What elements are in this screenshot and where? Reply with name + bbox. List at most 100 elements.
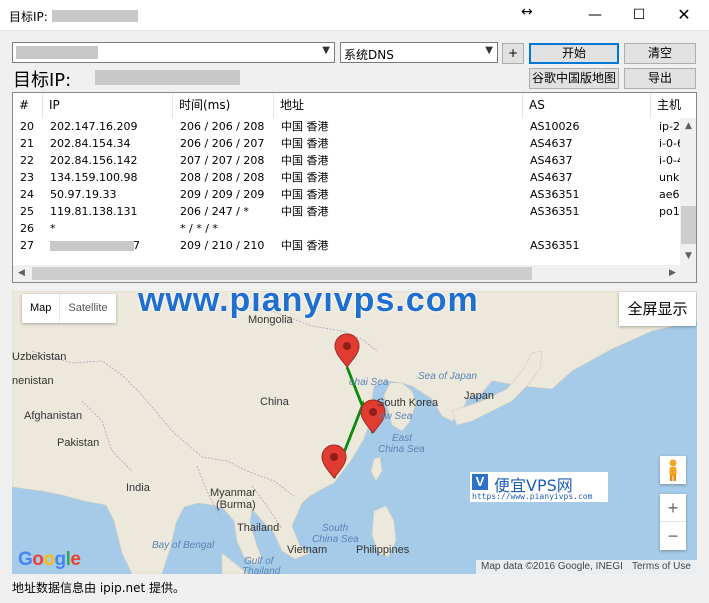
resize-icon: ↔ [521,4,533,20]
chevron-down-icon[interactable]: ▼ [485,45,493,56]
map-canvas[interactable]: Mongolia Uzbekistan nenistan Afghanistan… [12,291,697,574]
table-row[interactable]: 20 202.147.16.209 206 / 206 / 208 中国 香港 … [13,118,681,135]
map-label-japan: Japan [464,390,494,402]
status-footer: 地址数据信息由 ipip.net 提供。 [12,581,186,595]
hop-number: 21 [20,137,34,150]
hop-host: unkn [659,171,681,184]
fullscreen-button[interactable]: 全屏显示 [619,292,696,326]
google-china-map-button[interactable]: 谷歌中国版地图 [529,68,619,89]
clear-button[interactable]: 清空 [624,43,696,64]
column-header-host[interactable]: 主机 [651,93,681,118]
land-mass [12,291,697,574]
map-label-india: India [126,482,151,494]
map-label-south-korea: South Korea [377,397,439,409]
route-map[interactable]: Mongolia Uzbekistan nenistan Afghanistan… [12,291,697,574]
map-label-uzbekistan: Uzbekistan [12,351,66,363]
hop-host: ip-20 [659,120,681,133]
hop-ip: * [50,222,56,235]
table-row[interactable]: 21 202.84.154.34 206 / 206 / 207 中国 香港 A… [13,135,681,152]
close-button[interactable]: ✕ [661,0,707,30]
start-button[interactable]: 开始 [529,43,619,64]
column-header-ip[interactable]: IP [43,93,173,118]
column-header-location[interactable]: 地址 [274,93,523,118]
table-row[interactable]: 22 202.84.156.142 207 / 207 / 208 中国 香港 … [13,152,681,169]
hop-time: 209 / 210 / 210 [180,239,265,252]
hop-location [281,220,521,237]
terms-of-use-link[interactable]: Terms of Use [632,560,691,574]
hop-ip: 119.81.138.131 [50,205,138,218]
hop-location: 中国 香港 [281,137,329,150]
map-label-bay-of-bengal: Bay of Bengal [152,540,215,551]
target-ip-combobox[interactable]: ▼ [12,42,335,63]
brand-badge: V 便宜VPS网 https://www.pianyivps.com [470,472,608,502]
hop-location: 中国 香港 [281,205,329,218]
hop-time: 207 / 207 / 208 [180,154,265,167]
hop-as: AS36351 [530,205,580,218]
hop-number: 23 [20,171,34,184]
hop-number: 25 [20,205,34,218]
column-header-as[interactable]: AS [523,93,651,118]
horizontal-scroll-thumb[interactable] [32,267,532,280]
hop-number: 20 [20,120,34,133]
hop-time: 208 / 208 / 208 [180,171,265,184]
vertical-scroll-thumb[interactable] [681,206,696,244]
scroll-right-icon[interactable]: ▶ [664,265,681,282]
dns-value: 系统DNS [344,48,394,62]
hop-location: 中国 香港 [281,171,329,184]
zoom-out-button[interactable]: − [660,522,686,550]
hop-host [659,237,681,254]
scroll-left-icon[interactable]: ◀ [13,265,30,282]
column-header-time[interactable]: 时间(ms) [173,93,274,118]
hop-ip: 50.97.19.33 [50,188,117,201]
logo-letter: g [54,549,67,570]
map-label-sea-of-japan: Sea of Japan [418,371,477,382]
column-header-num[interactable]: # [13,93,43,118]
map-type-control[interactable]: Map Satellite [22,294,116,323]
street-view-pegman-icon[interactable] [660,456,686,484]
table-row[interactable]: 23 134.159.100.98 208 / 208 / 208 中国 香港 … [13,169,681,186]
zoom-in-button[interactable]: + [660,494,686,522]
scroll-up-icon[interactable]: ▲ [680,118,696,135]
map-label-thailand: Thailand [237,522,279,534]
hop-number: 26 [20,222,34,235]
pegman-icon [669,459,677,481]
table-row[interactable]: 27 7 209 / 210 / 210 中国 香港 AS36351 [13,237,681,254]
maximize-button[interactable]: ☐ [616,0,662,30]
minimize-button[interactable]: — [572,0,618,30]
horizontal-scrollbar[interactable]: ◀ ▶ [13,265,681,282]
hop-as: AS36351 [530,239,580,252]
hop-time: * / * / * [180,222,218,235]
google-logo[interactable]: Google [18,549,81,571]
map-label-gulf-of-thailand: Gulf of Thailand [242,556,281,574]
hop-as: AS4637 [530,154,573,167]
dns-select[interactable]: 系统DNS ▼ [340,42,498,63]
hop-time: 206 / 206 / 207 [180,137,265,150]
scrollbar-corner [680,265,696,282]
table-row[interactable]: 26 * * / * / * [13,220,681,237]
map-label-afghanistan: Afghanistan [24,410,82,422]
hop-time: 206 / 206 / 208 [180,120,265,133]
trace-list[interactable]: # IP 时间(ms) 地址 AS 主机 20 202.147.16.209 2… [12,92,697,283]
hop-host: ae6 [659,188,680,201]
chevron-down-icon[interactable]: ▼ [322,45,330,56]
scroll-down-icon[interactable]: ▼ [680,248,696,265]
hop-host: po1 [659,205,680,218]
hop-number: 27 [20,239,34,252]
map-label-yellow-sea: ow Sea [379,411,413,422]
export-button[interactable]: 导出 [624,68,696,89]
hop-time: 206 / 247 / * [180,205,249,218]
hop-location: 中国 香港 [281,154,329,167]
zoom-control[interactable]: + − [660,494,686,550]
hop-as [530,220,648,237]
table-row[interactable]: 25 119.81.138.131 206 / 247 / * 中国 香港 AS… [13,203,681,220]
map-type-map-button[interactable]: Map [22,294,61,323]
map-type-satellite-button[interactable]: Satellite [60,294,115,323]
logo-letter: o [32,549,44,570]
window-title: 目标IP: [9,10,48,24]
add-dns-button[interactable]: + [502,43,524,64]
hop-location: 中国 香港 [281,120,329,133]
table-row[interactable]: 24 50.97.19.33 209 / 209 / 209 中国 香港 AS3… [13,186,681,203]
vertical-scrollbar[interactable]: ▲ ▼ [680,118,696,265]
title-bar: 目标IP: ↔ — ☐ ✕ [0,0,709,31]
hop-as: AS10026 [530,120,580,133]
